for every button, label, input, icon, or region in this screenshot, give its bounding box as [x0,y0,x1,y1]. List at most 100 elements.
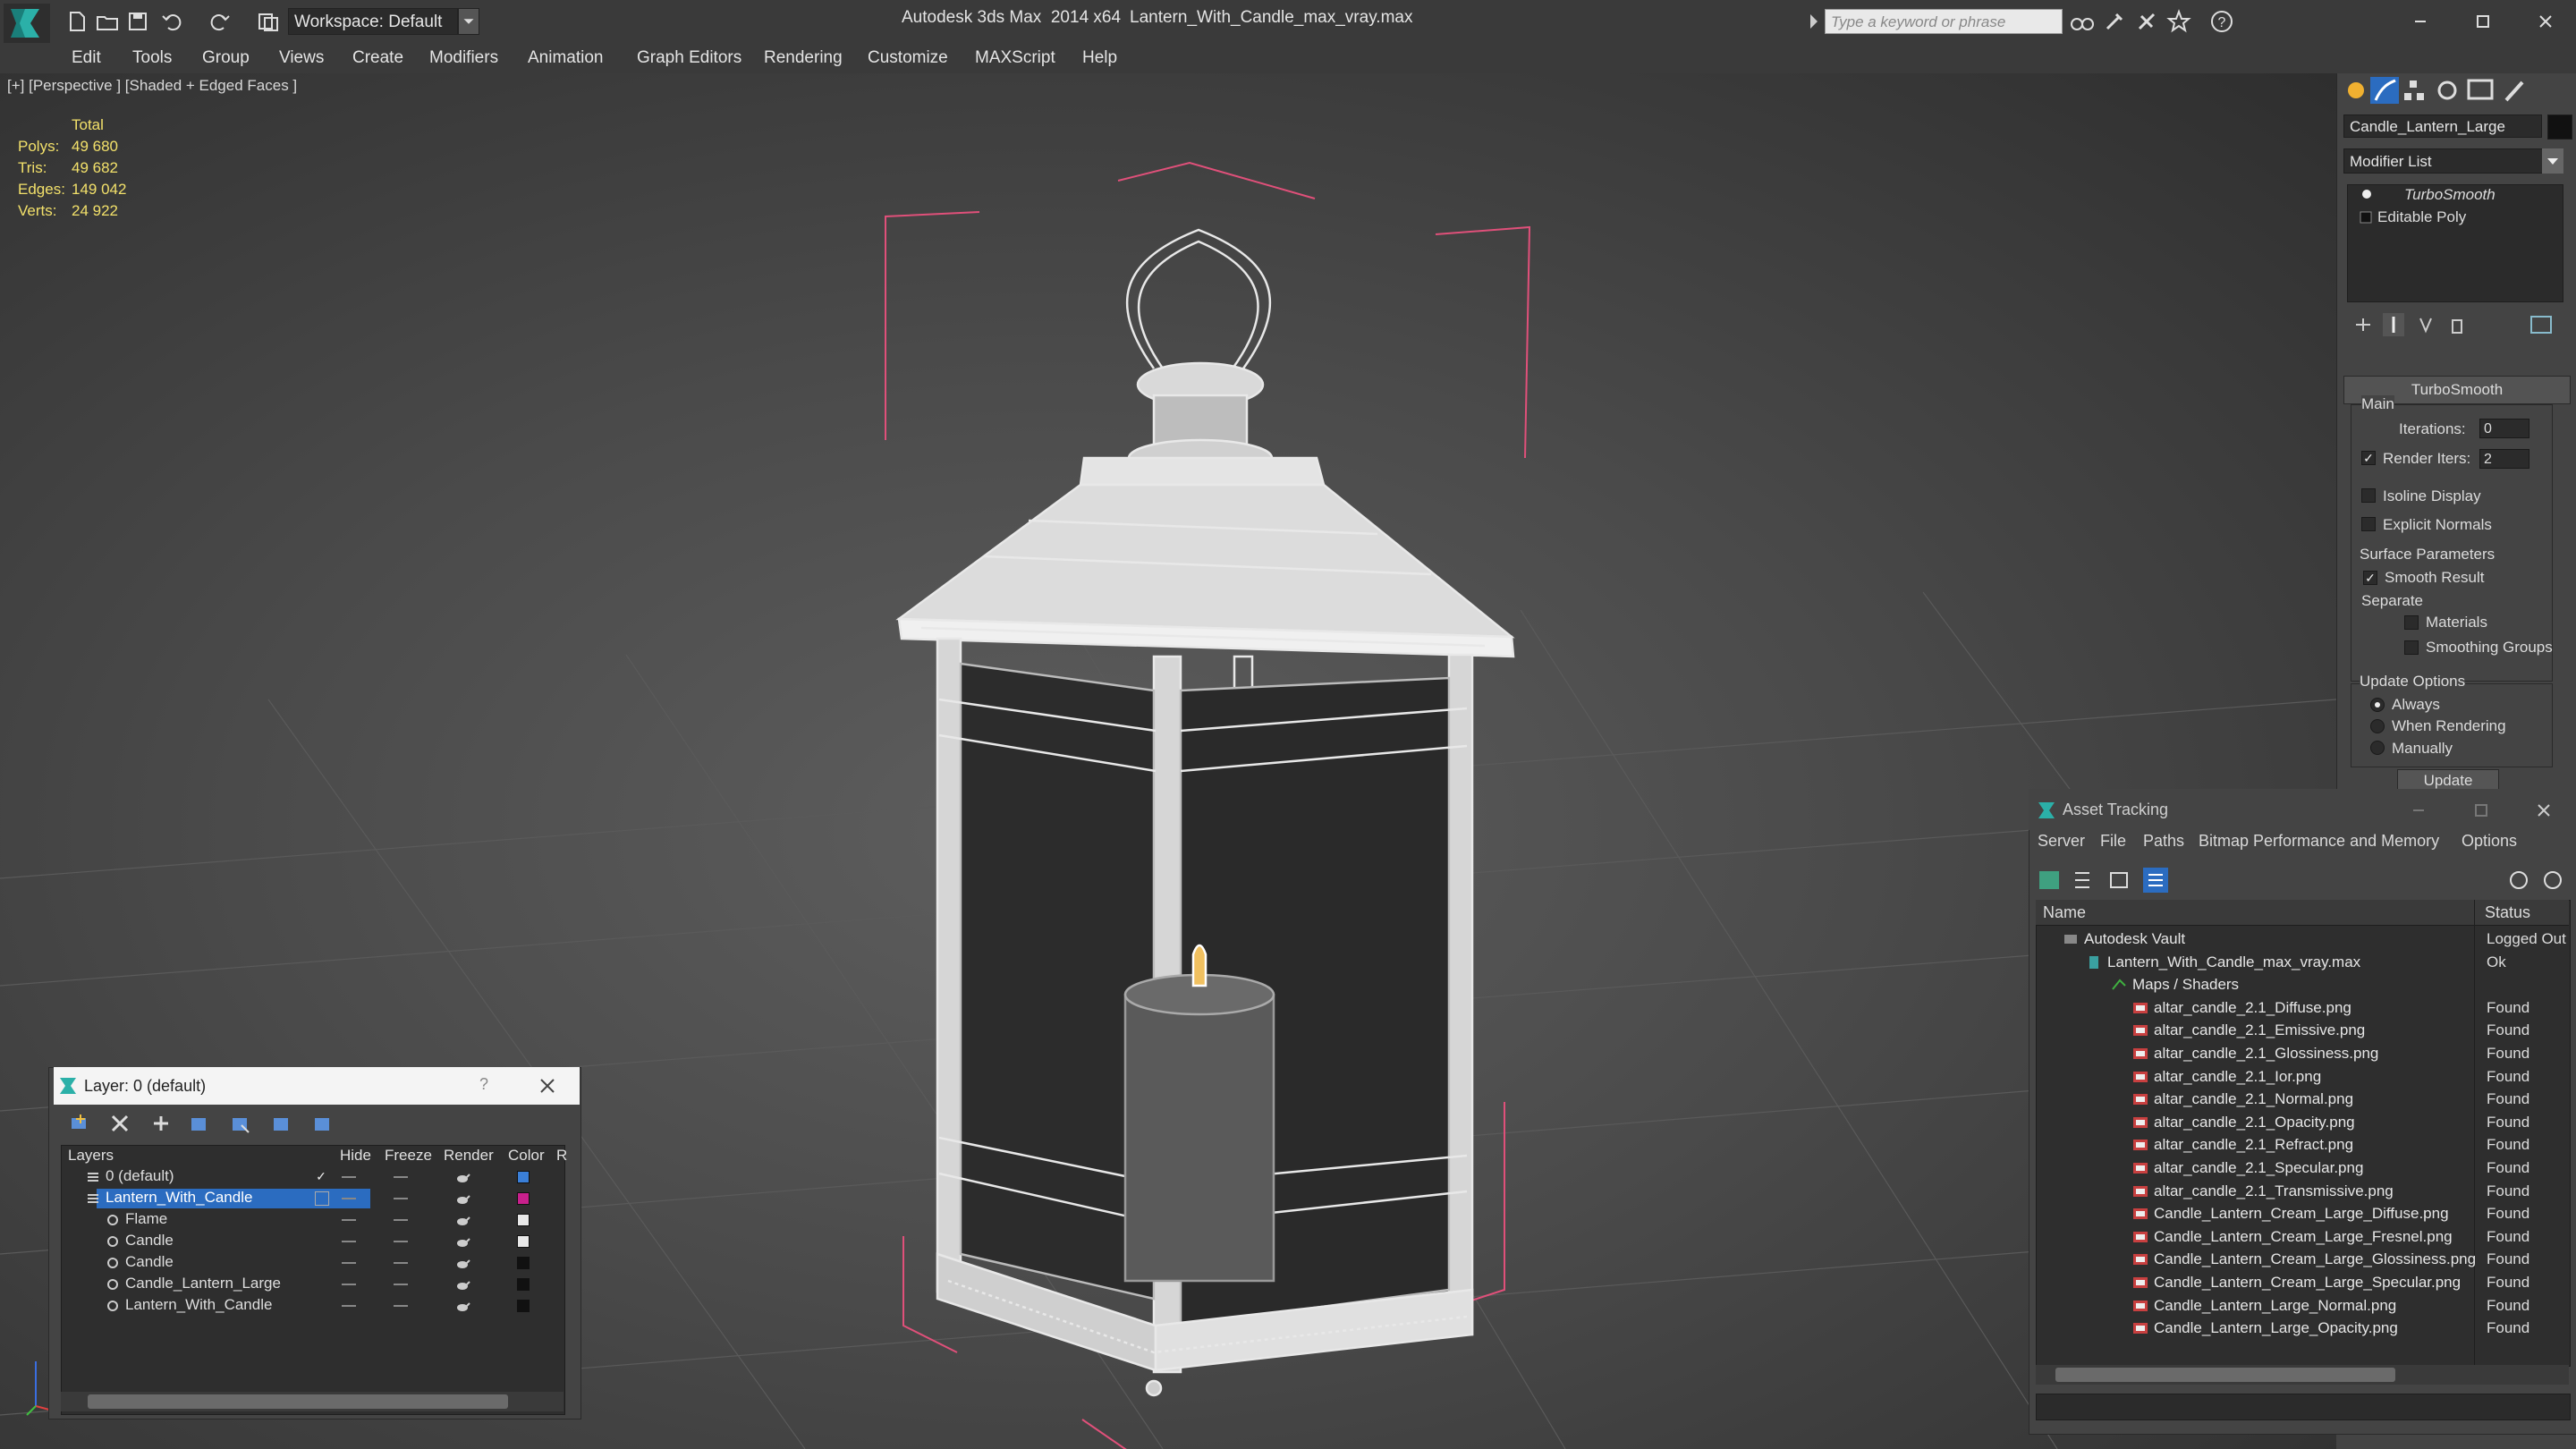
asset-row[interactable]: Candle_Lantern_Cream_Large_Fresnel.png Fo… [2036,1226,2569,1249]
layer-scroll-thumb[interactable] [88,1394,508,1409]
asset-row[interactable]: altar_candle_2.1_Opacity.png Found [2036,1112,2569,1134]
table-view-icon[interactable] [2143,868,2168,893]
explicit-normals-checkbox[interactable] [2361,517,2376,531]
asset-name[interactable]: altar_candle_2.1_Refract.png [2154,1136,2353,1154]
make-unique-icon[interactable] [2419,318,2432,334]
save-file-icon[interactable] [125,9,150,34]
menu-group[interactable]: Group [202,48,250,68]
isoline-display-checkbox[interactable] [2361,488,2376,503]
asset-name[interactable]: altar_candle_2.1_Emissive.png [2154,1021,2365,1039]
asset-row[interactable]: altar_candle_2.1_Diffuse.png Found [2036,997,2569,1020]
asset-name[interactable]: Candle_Lantern_Cream_Large_Fresnel.png [2154,1228,2453,1246]
layer-row[interactable]: Candle [61,1231,564,1252]
layer-row[interactable]: Lantern_With_Candle [61,1295,564,1317]
asset-name[interactable]: Candle_Lantern_Large_Opacity.png [2154,1319,2398,1337]
layer-row[interactable]: Candle [61,1252,564,1274]
menu-create[interactable]: Create [352,48,403,68]
menu-bitmap-performance[interactable]: Bitmap Performance and Memory [2199,832,2439,851]
freeze-toggle[interactable] [394,1219,408,1221]
close-icon[interactable] [2531,798,2556,823]
asset-row[interactable]: altar_candle_2.1_Ior.png Found [2036,1066,2569,1089]
asset-name[interactable]: altar_candle_2.1_Ior.png [2154,1068,2321,1086]
asset-name[interactable]: Candle_Lantern_Cream_Large_Specular.png [2154,1274,2461,1292]
close-icon[interactable] [2529,5,2562,38]
manually-radio[interactable] [2370,741,2385,755]
open-file-icon[interactable] [95,9,120,34]
menu-rendering[interactable]: Rendering [764,48,843,68]
workspace-dropdown-arrow[interactable] [458,8,479,35]
object-color-swatch[interactable] [2547,114,2572,140]
refresh-icon[interactable] [2039,871,2059,889]
search-expand-icon[interactable] [1807,11,1821,32]
col-status[interactable]: Status [2485,903,2530,922]
layer-color-swatch[interactable] [517,1278,530,1291]
stack-item-turbosmooth[interactable]: TurboSmooth [2404,186,2496,204]
viewport-label[interactable]: [+] [Perspective ] [Shaded + Edged Faces… [7,77,297,95]
materials-checkbox[interactable] [2404,615,2419,630]
col-color[interactable]: Color [508,1147,545,1165]
freeze-toggle[interactable] [394,1262,408,1264]
new-layer-icon[interactable] [72,1114,86,1129]
teapot-icon[interactable] [454,1213,470,1227]
hide-toggle[interactable] [342,1305,356,1307]
freeze-toggle[interactable] [394,1198,408,1199]
teapot-icon[interactable] [454,1277,470,1292]
hide-toggle[interactable] [342,1241,356,1242]
modify-tab-icon[interactable] [2370,77,2399,104]
asset-row[interactable]: Candle_Lantern_Cream_Large_Glossiness.pn… [2036,1249,2569,1271]
tree-view-icon[interactable] [2110,872,2128,888]
asset-name[interactable]: altar_candle_2.1_Normal.png [2154,1090,2353,1108]
asset-row[interactable]: altar_candle_2.1_Refract.png Found [2036,1134,2569,1157]
asset-name[interactable]: altar_candle_2.1_Transmissive.png [2154,1182,2394,1200]
search-input[interactable]: Type a keyword or phrase [1825,9,2063,34]
minimize-icon[interactable] [2404,5,2436,38]
asset-row[interactable]: altar_candle_2.1_Specular.png Found [2036,1157,2569,1180]
lightbulb-icon[interactable] [2360,188,2374,202]
hide-all-layers-icon[interactable] [274,1118,288,1131]
close-icon[interactable] [537,1075,558,1097]
hide-toggle[interactable] [342,1284,356,1285]
menu-help[interactable]: Help [1082,48,1117,68]
maximize-icon[interactable] [2469,798,2494,823]
active-layer-toggle[interactable]: ✓ [315,1170,327,1182]
freeze-toggle[interactable] [394,1284,408,1285]
col-render[interactable]: Render [444,1147,494,1165]
menu-maxscript[interactable]: MAXScript [975,48,1055,68]
layer-scrollbar[interactable] [61,1392,564,1411]
when-rendering-radio[interactable] [2370,719,2385,733]
create-tab-icon[interactable] [2348,82,2364,98]
add-to-layer-icon[interactable] [154,1116,168,1131]
hide-toggle[interactable] [342,1176,356,1178]
smooth-result-checkbox[interactable]: ✓ [2363,571,2377,585]
modifier-list-arrow[interactable] [2542,148,2563,174]
hide-toggle[interactable] [342,1219,356,1221]
menu-modifiers[interactable]: Modifiers [429,48,498,68]
layer-name[interactable]: Flame [125,1210,167,1228]
layer-name[interactable]: Candle [125,1253,174,1271]
render-iters-spinner[interactable]: 2 [2479,449,2529,469]
asset-name[interactable]: altar_candle_2.1_Diffuse.png [2154,999,2351,1017]
menu-paths[interactable]: Paths [2143,832,2184,851]
layer-row[interactable]: Candle_Lantern_Large [61,1274,564,1295]
always-radio[interactable] [2370,698,2385,712]
hierarchy-tab-icon[interactable] [2404,80,2424,100]
active-layer-toggle[interactable] [315,1191,329,1206]
star-icon[interactable] [2166,9,2191,34]
teapot-icon[interactable] [454,1234,470,1249]
layer-name[interactable]: 0 (default) [106,1167,174,1185]
freeze-all-layers-icon[interactable] [315,1118,329,1131]
layer-row[interactable]: Lantern_With_Candle [61,1188,564,1209]
stack-item-editable-poly[interactable]: Editable Poly [2377,208,2466,226]
subscription-icon[interactable] [2102,9,2127,34]
asset-row[interactable]: altar_candle_2.1_Glossiness.png Found [2036,1043,2569,1065]
maximize-icon[interactable] [2467,5,2499,38]
help-icon[interactable]: ? [2209,9,2234,34]
smoothing-groups-checkbox[interactable] [2404,640,2419,655]
asset-name[interactable]: Candle_Lantern_Cream_Large_Glossiness.pn… [2154,1250,2476,1268]
asset-row[interactable]: Candle_Lantern_Cream_Large_Diffuse.png Fo… [2036,1203,2569,1225]
asset-path-field[interactable] [2036,1394,2571,1420]
menu-customize[interactable]: Customize [868,48,948,68]
freeze-toggle[interactable] [394,1305,408,1307]
minimize-icon[interactable] [2406,798,2431,823]
asset-row[interactable]: Candle_Lantern_Large_Opacity.png Found [2036,1318,2569,1340]
